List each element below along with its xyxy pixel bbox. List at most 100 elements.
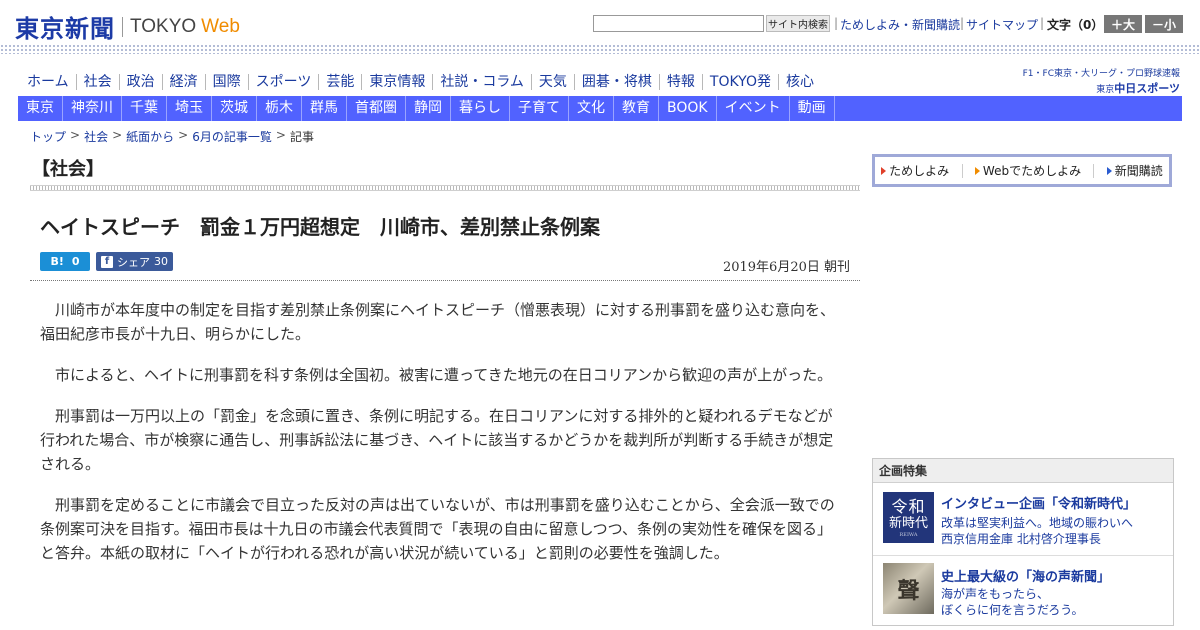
feature-subtitle[interactable]: 改革は堅実利益へ。地域の賑わいへ xyxy=(941,516,1133,531)
subnav-tochigi[interactable]: 栃木 xyxy=(257,96,302,121)
trial-link[interactable]: ためしよみ xyxy=(881,162,949,179)
web-trial-link-label: Webでためしよみ xyxy=(982,164,1082,178)
subscribe-link[interactable]: 新聞購読 xyxy=(1106,162,1163,179)
breadcrumb-society[interactable]: 社会 xyxy=(84,128,108,145)
nav-politics[interactable]: 政治 xyxy=(118,74,162,90)
font-larger-button[interactable]: ＋大 xyxy=(1104,15,1142,33)
sitemap-link[interactable]: サイトマップ xyxy=(966,16,1038,33)
feature-subtitle[interactable]: 西京信用金庫 北村啓介理事長 xyxy=(941,532,1101,547)
feature-title[interactable]: インタビュー企画「令和新時代」 xyxy=(941,493,1136,512)
reiwa-thumbnail[interactable]: 令和 新時代 REIWA xyxy=(883,492,934,543)
breadcrumb-separator: > xyxy=(112,128,123,142)
umi-no-koe-thumbnail[interactable]: 聲 xyxy=(883,563,934,614)
nav-sports[interactable]: スポーツ xyxy=(247,74,319,90)
feature-item-reiwa[interactable]: 令和 新時代 REIWA インタビュー企画「令和新時代」 改革は堅実利益へ。地域… xyxy=(873,484,1173,556)
chunichi-sports-tagline: F1・FC東京・大リーグ・プロ野球速報 xyxy=(1022,69,1180,79)
article-paragraph: 刑事罰を定めることに市議会で目立った反対の声は出ていないが、市は刑事罰を盛り込む… xyxy=(40,496,835,562)
logo-divider xyxy=(122,16,123,37)
breadcrumb-from-paper[interactable]: 紙面から xyxy=(126,128,174,145)
nav-society[interactable]: 社会 xyxy=(75,74,119,90)
facebook-share-button[interactable]: f シェア 30 xyxy=(96,252,173,271)
breadcrumb-june-list[interactable]: 6月の記事一覧 xyxy=(192,128,272,145)
subnav-kanagawa[interactable]: 神奈川 xyxy=(63,96,122,121)
article-meta-divider xyxy=(30,280,860,281)
hatena-count: 0 xyxy=(71,255,80,268)
subnav-gunma[interactable]: 群馬 xyxy=(302,96,347,121)
subscription-promo-box: ためしよみ Webでためしよみ 新聞購読 xyxy=(872,154,1172,187)
trial-subscribe-link[interactable]: ためしよみ・新聞購読 xyxy=(840,16,960,33)
nav-tokyo-hatsu[interactable]: TOKYO発 xyxy=(701,74,778,90)
reiwa-thumb-line2: 新時代 xyxy=(888,515,928,531)
article-body: 川崎市が本年度中の制定を目指す差別禁止条例案にヘイトスピーチ（憎悪表現）に対する… xyxy=(40,298,842,582)
breadcrumb-top[interactable]: トップ xyxy=(30,128,66,145)
subnav-tokyo[interactable]: 東京 xyxy=(18,96,63,121)
subnav-culture[interactable]: 文化 xyxy=(569,96,614,121)
section-divider xyxy=(30,185,860,191)
breadcrumb-current: 記事 xyxy=(289,130,314,144)
site-search-button[interactable]: サイト内検索 xyxy=(766,15,830,32)
header-dotted-divider xyxy=(0,44,1200,54)
arrow-right-icon xyxy=(1106,166,1112,175)
web-trial-link[interactable]: Webでためしよみ xyxy=(974,162,1082,179)
article-date: 2019年6月20日 朝刊 xyxy=(722,260,850,275)
subscribe-link-label: 新聞購読 xyxy=(1114,164,1163,178)
subnav-living[interactable]: 暮らし xyxy=(451,96,510,121)
chunichi-prefix: 東京 xyxy=(1096,85,1115,95)
article-paragraph: 川崎市が本年度中の制定を目指す差別禁止条例案にヘイトスピーチ（憎悪表現）に対する… xyxy=(40,301,836,343)
article-headline: ヘイトスピーチ 罰金１万円超想定 川崎市、差別禁止条例案 xyxy=(40,215,600,239)
breadcrumb: トップ > 社会 > 紙面から > 6月の記事一覧 > 記事 xyxy=(30,128,314,145)
subnav-ibaraki[interactable]: 茨城 xyxy=(212,96,257,121)
arrow-right-icon xyxy=(974,166,980,175)
logo-web: Web xyxy=(201,15,240,37)
nav-weather[interactable]: 天気 xyxy=(530,74,574,90)
nav-home[interactable]: ホーム xyxy=(20,74,76,90)
article-paragraph: 市によると、ヘイトに刑事罰を科す条例は全国初。被害に遭ってきた地元の在日コリアン… xyxy=(55,366,833,384)
nav-kakushin[interactable]: 核心 xyxy=(777,74,821,90)
subnav-book[interactable]: BOOK xyxy=(659,96,717,121)
feature-title[interactable]: 史上最大級の「海の声新聞」 xyxy=(941,566,1110,585)
font-smaller-button[interactable]: －小 xyxy=(1145,15,1183,33)
subnav-events[interactable]: イベント xyxy=(717,96,790,121)
nav-economy[interactable]: 経済 xyxy=(161,74,205,90)
main-navigation: ホーム 社会 政治 経済 国際 スポーツ 芸能 東京情報 社説・コラム 天気 囲… xyxy=(20,72,821,92)
facebook-share-label: シェア xyxy=(117,255,150,269)
site-logo[interactable]: 東京新聞 TOKYO Web xyxy=(15,9,240,44)
feature-item-umi-no-koe[interactable]: 聲 史上最大級の「海の声新聞」 海が声をもったら、 ぼくらに何を言うだろう。 xyxy=(873,557,1173,629)
hatena-bookmark-button[interactable]: B! 0 xyxy=(40,252,90,271)
util-divider: | xyxy=(1040,16,1045,30)
nav-editorial-column[interactable]: 社説・コラム xyxy=(432,74,531,90)
special-features-heading: 企画特集 xyxy=(873,459,1173,483)
nav-entertainment[interactable]: 芸能 xyxy=(318,74,361,90)
breadcrumb-separator: > xyxy=(70,128,81,142)
hatena-icon: B! xyxy=(50,255,64,268)
nav-tokyo-info[interactable]: 東京情報 xyxy=(361,74,432,90)
nav-international[interactable]: 国際 xyxy=(204,74,248,90)
nav-tokuho[interactable]: 特報 xyxy=(658,74,702,90)
subnav-saitama[interactable]: 埼玉 xyxy=(167,96,212,121)
font-size-label: 文字（0） xyxy=(1047,18,1104,32)
breadcrumb-separator: > xyxy=(275,128,286,142)
site-header: 東京新聞 TOKYO Web サイト内検索 | ためしよみ・新聞購読 | サイト… xyxy=(0,0,1200,46)
facebook-icon: f xyxy=(101,255,113,268)
feature-subtitle[interactable]: ぼくらに何を言うだろう。 xyxy=(941,603,1084,618)
promo-divider xyxy=(1093,163,1095,178)
chunichi-sports-logo: 東京中日スポーツ xyxy=(1018,80,1180,96)
special-features-box: 企画特集 令和 新時代 REIWA インタビュー企画「令和新時代」 改革は堅実利… xyxy=(872,458,1174,626)
chunichi-sports-banner[interactable]: F1・FC東京・大リーグ・プロ野球速報 東京中日スポーツ xyxy=(1018,66,1180,96)
util-divider: | xyxy=(834,16,839,30)
site-search-input[interactable] xyxy=(593,15,764,32)
subnav-video[interactable]: 動画 xyxy=(790,96,835,121)
util-divider: | xyxy=(960,16,965,30)
subnav-chiba[interactable]: 千葉 xyxy=(122,96,167,121)
subnav-parenting[interactable]: 子育て xyxy=(510,96,569,121)
umi-thumb-glyph: 聲 xyxy=(897,577,920,604)
feature-subtitle[interactable]: 海が声をもったら、 xyxy=(941,587,1049,602)
logo-japanese: 東京新聞 xyxy=(15,14,115,43)
reiwa-thumb-line1: 令和 xyxy=(891,496,926,516)
subnav-shutoken[interactable]: 首都圏 xyxy=(347,96,406,121)
section-title: 【社会】 xyxy=(32,159,104,180)
nav-go-shogi[interactable]: 囲碁・将棋 xyxy=(573,74,659,90)
subnav-education[interactable]: 教育 xyxy=(614,96,659,121)
subnav-shizuoka[interactable]: 静岡 xyxy=(406,96,451,121)
logo-english: TOKYO xyxy=(130,15,197,37)
